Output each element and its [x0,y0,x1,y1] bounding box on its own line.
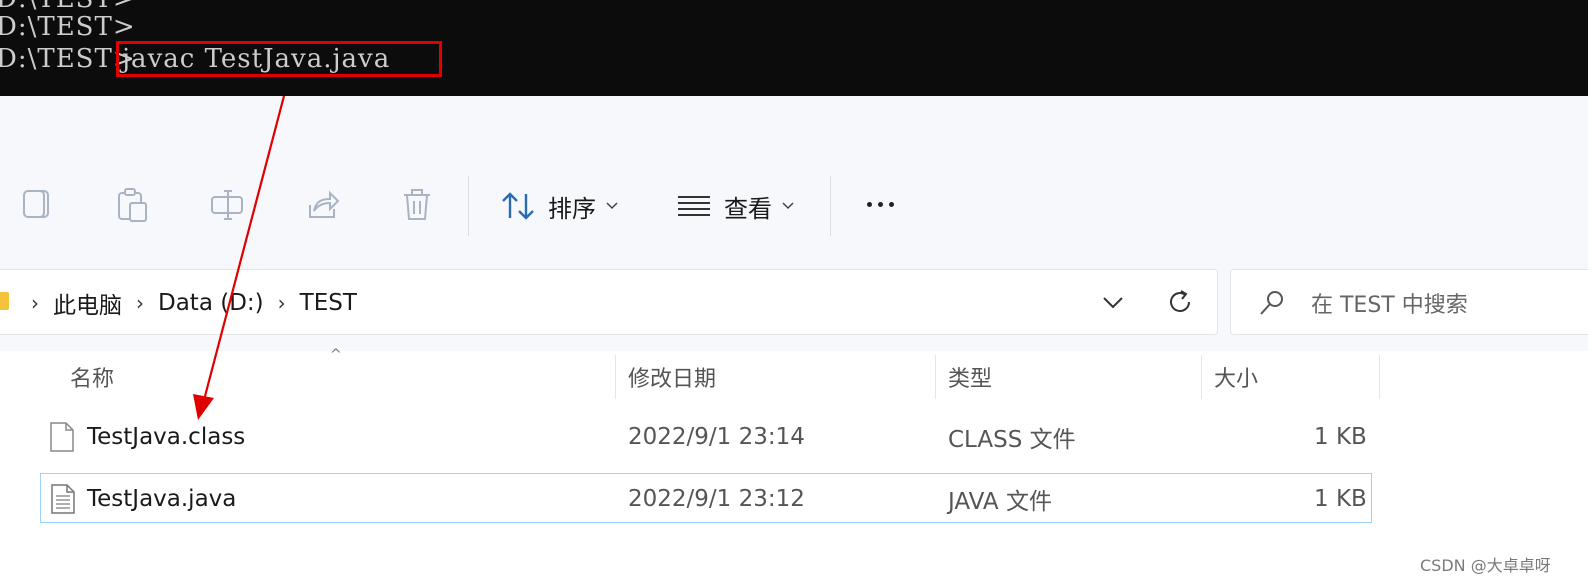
console-line: D:\TEST> [0,12,136,42]
search-icon [1257,288,1287,318]
command-highlight-box [116,41,442,77]
share-icon[interactable] [306,187,340,223]
file-modified: 2022/9/1 23:14 [628,424,805,450]
text-file-icon [51,484,75,514]
address-bar[interactable]: › 此电脑 › Data (D:) › TEST [0,269,1218,335]
navigation-bar: › 此电脑 › Data (D:) › TEST 在 TEST 中搜索 [0,256,1588,351]
list-view-icon [676,190,712,222]
toolbar-divider [468,176,469,236]
breadcrumb: › 此电脑 › Data (D:) › TEST [17,270,357,336]
copy-icon[interactable] [22,187,56,223]
delete-icon[interactable] [400,187,434,223]
chevron-right-icon[interactable]: › [278,291,286,315]
file-modified: 2022/9/1 23:12 [628,486,805,512]
chevron-right-icon: › [31,291,39,315]
file-row-testjava-java[interactable]: TestJava.java 2022/9/1 23:12 JAVA 文件 1 K… [40,473,1372,523]
search-box[interactable]: 在 TEST 中搜索 [1230,269,1588,335]
toolbar-divider [830,176,831,236]
column-header-size[interactable]: 大小 [1214,351,1258,403]
file-list: ^ 名称 修改日期 类型 大小 TestJava.class 2022/9/1 … [0,347,1588,588]
file-row-testjava-class[interactable]: TestJava.class 2022/9/1 23:14 CLASS 文件 1… [40,412,1372,462]
sort-button[interactable]: 排序 [500,188,618,224]
column-divider[interactable] [1379,355,1380,399]
blank-file-icon [50,422,74,452]
file-size: 1 KB [1314,486,1367,512]
file-type: JAVA 文件 [948,489,1052,515]
file-name: TestJava.class [87,424,246,450]
column-divider[interactable] [935,355,936,399]
file-name: TestJava.java [87,486,237,512]
view-button[interactable]: 查看 [676,188,794,224]
ellipsis-icon [866,201,872,207]
column-header-modified[interactable]: 修改日期 [628,351,716,403]
command-prompt-window: D:\TEST> D:\TEST> D:\TEST> javac TestJav… [0,0,1588,96]
paste-icon[interactable] [116,187,150,223]
column-divider[interactable] [615,355,616,399]
folder-icon [0,292,9,310]
breadcrumb-data-drive[interactable]: Data (D:) [158,290,264,316]
ellipsis-dot [877,201,883,207]
search-placeholder: 在 TEST 中搜索 [1311,293,1468,318]
sort-ascending-icon: ^ [330,347,342,363]
ellipsis-dot [888,201,894,207]
view-label: 查看 [724,194,772,223]
chevron-right-icon[interactable]: › [136,291,144,315]
chevron-down-icon [606,198,618,214]
sort-icon [500,190,536,222]
file-size: 1 KB [1314,424,1367,450]
column-header-type[interactable]: 类型 [948,351,992,403]
watermark: CSDN @大卓卓呀 [1420,556,1551,575]
rename-icon[interactable] [210,187,244,223]
breadcrumb-test[interactable]: TEST [300,290,357,316]
chevron-down-icon [782,198,794,214]
more-options-button[interactable] [860,188,900,220]
column-divider[interactable] [1201,355,1202,399]
file-type: CLASS 文件 [948,427,1076,453]
file-explorer-window: 排序 查看 › 此电脑 › Data (D:) › TEST 在 TEST 中搜… [0,96,1588,588]
command-bar: 排序 查看 [0,96,1588,256]
address-history-chevron-icon[interactable] [1101,290,1125,314]
column-header-name[interactable]: 名称 [70,351,114,403]
sort-label: 排序 [548,194,596,223]
refresh-icon[interactable] [1165,287,1195,317]
breadcrumb-this-pc[interactable]: 此电脑 [53,286,122,320]
